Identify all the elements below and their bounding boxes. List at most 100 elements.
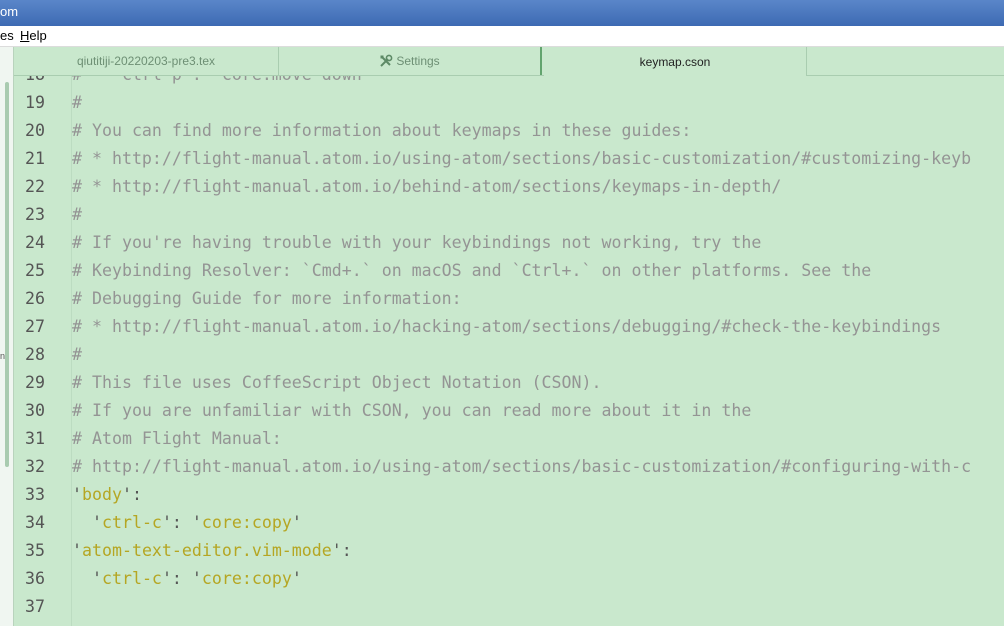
string-token: core:copy — [201, 569, 292, 588]
code-line[interactable]: 30 # If you are unfamiliar with CSON, you… — [14, 397, 1004, 425]
line-number: 22 — [25, 177, 45, 196]
code-line[interactable]: 25 # Keybinding Resolver: `Cmd+.` on macO… — [14, 257, 1004, 285]
line-number: 19 — [25, 93, 45, 112]
code-line[interactable]: 36 'ctrl-c': 'core:copy' — [14, 565, 1004, 593]
string-token: core:copy — [201, 513, 292, 532]
panel-scrollbar[interactable] — [5, 82, 9, 467]
string-token: ctrl-c — [101, 513, 162, 532]
code-line[interactable]: 27 # * http://flight-manual.atom.io/hacki… — [14, 313, 1004, 341]
menu-bar: es Help — [0, 26, 1004, 47]
comment-token: # — [72, 205, 82, 224]
code-line[interactable]: 29 # This file uses CoffeeScript Object N… — [14, 369, 1004, 397]
code-text: # — [72, 341, 82, 369]
code-text: # If you're having trouble with your key… — [72, 229, 761, 257]
tab-label: Settings — [396, 54, 440, 68]
string-token: body — [82, 485, 122, 504]
line-number: 25 — [25, 261, 45, 280]
line-number: 35 — [25, 541, 45, 560]
line-number: 28 — [25, 345, 45, 364]
comment-token: # — [72, 93, 82, 112]
line-number: 29 — [25, 373, 45, 392]
window-title: om — [0, 4, 19, 19]
line-number: 36 — [25, 569, 45, 588]
line-number: 31 — [25, 429, 45, 448]
code-text: # You can find more information about ke… — [72, 117, 691, 145]
code-line[interactable]: 28 # — [14, 341, 1004, 369]
code-line[interactable]: 24 # If you're having trouble with your k… — [14, 229, 1004, 257]
punctuation-token: ' — [72, 569, 102, 588]
line-number: 37 — [25, 597, 45, 616]
tab-label: qiutitiji-20220203-pre3.tex — [76, 54, 216, 68]
line-number: 32 — [25, 457, 45, 476]
code-line[interactable]: 33 'body': — [14, 481, 1004, 509]
panel-mark: n — [0, 351, 6, 361]
code-text: 'ctrl-c': 'core:copy' — [72, 565, 302, 593]
line-number: 21 — [25, 149, 45, 168]
code-text: # * http://flight-manual.atom.io/using-a… — [72, 145, 971, 173]
string-token: atom-text-editor.vim-mode — [82, 541, 332, 560]
punctuation-token: ' — [291, 513, 302, 532]
menu-item-help[interactable]: Help — [20, 28, 47, 43]
code-text: # * http://flight-manual.atom.io/behind-… — [72, 173, 781, 201]
punctuation-token: ' — [72, 485, 82, 504]
code-line[interactable]: 22 # * http://flight-manual.atom.io/behin… — [14, 173, 1004, 201]
code-line[interactable]: 34 'ctrl-c': 'core:copy' — [14, 509, 1004, 537]
comment-token: # — [72, 345, 82, 364]
tab-keymap-cson[interactable]: keymap.cson — [544, 47, 807, 76]
code-line[interactable]: 20 # You can find more information about … — [14, 117, 1004, 145]
comment-token: # * http://flight-manual.atom.io/using-a… — [72, 149, 972, 168]
settings-tools-icon — [379, 54, 396, 68]
punctuation-token: ' — [72, 513, 102, 532]
code-line[interactable]: 32 # http://flight-manual.atom.io/using-a… — [14, 453, 1004, 481]
line-number: 23 — [25, 205, 45, 224]
code-text: # http://flight-manual.atom.io/using-ato… — [72, 453, 971, 481]
comment-token: # http://flight-manual.atom.io/using-ato… — [72, 457, 972, 476]
code-text: # Atom Flight Manual: — [72, 425, 282, 453]
tree-view-collapsed-panel[interactable]: n — [0, 47, 14, 626]
code-line[interactable]: 26 # Debugging Guide for more information… — [14, 285, 1004, 313]
tab-label: keymap.cson — [639, 54, 711, 69]
tab-bar: qiutitiji-20220203-pre3.tex Settings key… — [14, 47, 1004, 76]
code-text: # — [72, 201, 82, 229]
comment-token: # * http://flight-manual.atom.io/behind-… — [72, 177, 782, 196]
comment-token: # If you're having trouble with your key… — [72, 233, 762, 252]
comment-token: # Keybinding Resolver: `Cmd+.` on macOS … — [72, 261, 872, 280]
punctuation-token: ': ' — [161, 513, 202, 532]
line-number: 33 — [25, 485, 45, 504]
punctuation-token: ': ' — [161, 569, 202, 588]
punctuation-token: ' — [72, 541, 82, 560]
code-text: # Keybinding Resolver: `Cmd+.` on macOS … — [72, 257, 871, 285]
code-text: # Debugging Guide for more information: — [72, 285, 462, 313]
punctuation-token: ': — [331, 541, 352, 560]
code-text: 'atom-text-editor.vim-mode': — [72, 537, 352, 565]
code-line[interactable]: 31 # Atom Flight Manual: — [14, 425, 1004, 453]
comment-token: # * http://flight-manual.atom.io/hacking… — [72, 317, 942, 336]
comment-token: # If you are unfamiliar with CSON, you c… — [72, 401, 752, 420]
string-token: ctrl-c — [101, 569, 162, 588]
code-line[interactable]: 37 — [14, 593, 1004, 621]
punctuation-token: ': — [121, 485, 142, 504]
code-text: # — [72, 89, 82, 117]
code-line[interactable]: 35 'atom-text-editor.vim-mode': — [14, 537, 1004, 565]
menu-item-view[interactable]: es — [0, 28, 14, 43]
code-line[interactable]: 19 # — [14, 89, 1004, 117]
code-line[interactable]: 21 # * http://flight-manual.atom.io/using… — [14, 145, 1004, 173]
code-text: # This file uses CoffeeScript Object Not… — [72, 369, 602, 397]
code-line[interactable]: 23 # — [14, 201, 1004, 229]
comment-token: # Atom Flight Manual: — [72, 429, 282, 448]
comment-token: # This file uses CoffeeScript Object Not… — [72, 373, 602, 392]
line-number: 34 — [25, 513, 45, 532]
comment-token: # You can find more information about ke… — [72, 121, 692, 140]
code-text: # If you are unfamiliar with CSON, you c… — [72, 397, 751, 425]
line-number: 27 — [25, 317, 45, 336]
tab-qiutitiji-tex[interactable]: qiutitiji-20220203-pre3.tex — [14, 47, 279, 75]
line-number: 30 — [25, 401, 45, 420]
comment-token: # Debugging Guide for more information: — [72, 289, 462, 308]
tab-settings[interactable]: Settings — [279, 47, 542, 75]
window-title-bar: om — [0, 0, 1004, 26]
code-text: 'ctrl-c': 'core:copy' — [72, 509, 302, 537]
line-number: 24 — [25, 233, 45, 252]
line-number: 20 — [25, 121, 45, 140]
code-text: 'body': — [72, 481, 142, 509]
code-text: # * http://flight-manual.atom.io/hacking… — [72, 313, 941, 341]
